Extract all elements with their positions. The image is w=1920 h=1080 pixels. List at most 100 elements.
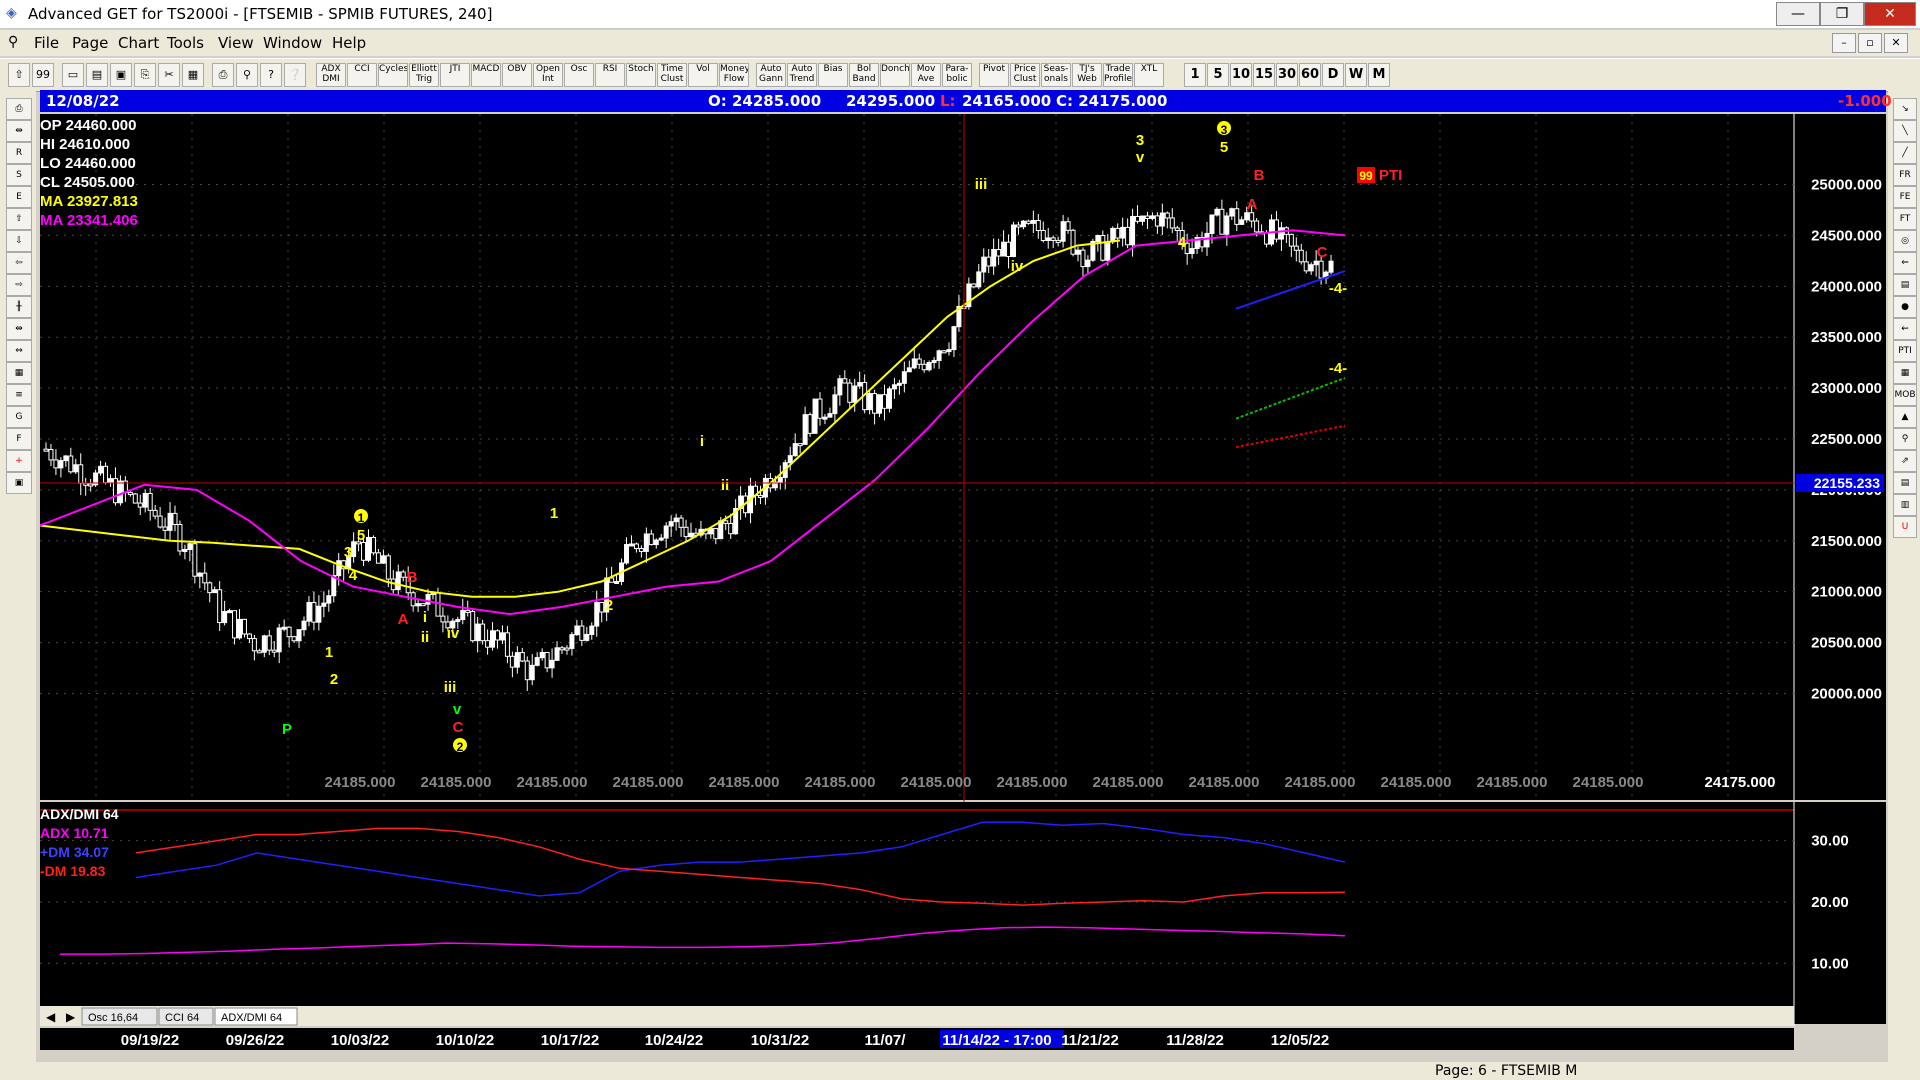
right-tool-2-icon[interactable]: ╱ [1893,142,1917,164]
period-button-D[interactable]: D [1322,63,1344,87]
right-tool-0-icon[interactable]: ↘ [1893,98,1917,120]
study-button-24[interactable]: TJ's Web [1072,63,1102,87]
right-tool-8-icon[interactable]: ▤ [1893,274,1917,296]
period-button-M[interactable]: M [1368,63,1390,87]
study-button-2[interactable]: Cycles [378,63,408,87]
study-button-7[interactable]: Open Int [533,63,563,87]
arrow-down-tool-icon[interactable]: ⇩ [6,230,32,252]
right-tool-19-icon[interactable]: U [1893,516,1917,538]
right-tool-15-icon[interactable]: ⚲ [1893,428,1917,450]
bars-tool-icon[interactable]: ╫ [6,296,32,318]
mdi-minimize-button[interactable]: – [1832,33,1856,53]
right-tool-4-icon[interactable]: FE [1893,186,1917,208]
right-tool-9-icon[interactable]: ● [1893,296,1917,318]
minimize-button[interactable]: — [1776,2,1820,26]
help-icon[interactable]: ? [260,63,282,87]
tab-scroll-left[interactable]: ◀ [46,1010,56,1024]
study-button-25[interactable]: Trade Profile [1103,63,1133,87]
reset-tool-icon[interactable]: R [6,142,32,164]
study-button-17[interactable]: Bol Band [849,63,879,87]
lines-tool-icon[interactable]: ≡ [6,384,32,406]
copy-icon[interactable]: ⎘ [134,63,156,87]
right-tool-1-icon[interactable]: ╲ [1893,120,1917,142]
period-button-1[interactable]: 1 [1184,63,1206,87]
study-button-12[interactable]: Vol [688,63,718,87]
menu-view[interactable]: View [218,34,254,52]
right-tool-14-icon[interactable]: ▲ [1893,406,1917,428]
arrow-up-tool-icon[interactable]: ⇧ [6,208,32,230]
right-tool-7-icon[interactable]: ⇐ [1893,252,1917,274]
right-tool-16-icon[interactable]: ⇗ [1893,450,1917,472]
cut-icon[interactable]: ✂ [158,63,180,87]
period-button-30[interactable]: 30 [1276,63,1298,87]
right-tool-10-icon[interactable]: ⇜ [1893,318,1917,340]
study-button-8[interactable]: Osc [564,63,594,87]
arrow-right-tool-icon[interactable]: ⇨ [6,274,32,296]
quotes-icon[interactable]: 99 [32,63,54,87]
study-button-6[interactable]: OBV [502,63,532,87]
right-tool-3-icon[interactable]: FR [1893,164,1917,186]
price-pane[interactable] [40,114,1886,800]
right-tool-17-icon[interactable]: ▤ [1893,472,1917,494]
chart-tool-icon[interactable]: ⇹ [6,120,32,142]
period-button-15[interactable]: 15 [1253,63,1275,87]
study-button-16[interactable]: Bias [818,63,848,87]
study-button-10[interactable]: Stoch [626,63,656,87]
menu-chart[interactable]: Chart [118,34,159,52]
study-button-22[interactable]: Price Clust [1010,63,1040,87]
tab-scroll-right[interactable]: ▶ [66,1010,76,1024]
study-button-15[interactable]: Auto Trend [787,63,817,87]
right-tool-5-icon[interactable]: FT [1893,208,1917,230]
fib-tool-icon[interactable]: F [6,428,32,450]
close-button[interactable]: ✕ [1864,2,1916,26]
menu-help[interactable]: Help [332,34,366,52]
study-button-23[interactable]: Seas-onals [1041,63,1071,87]
save-icon[interactable]: ▣ [110,63,132,87]
gann-tool-icon[interactable]: G [6,406,32,428]
period-button-5[interactable]: 5 [1207,63,1229,87]
right-tool-6-icon[interactable]: ◎ [1893,230,1917,252]
study-button-19[interactable]: Mov Ave [911,63,941,87]
study-button-3[interactable]: Elliott Trig [409,63,439,87]
study-button-0[interactable]: ADX DMI [316,63,346,87]
study-button-26[interactable]: XTL [1134,63,1164,87]
study-button-11[interactable]: Time Clust [657,63,687,87]
mdi-restore-button[interactable]: ▫ [1858,33,1882,53]
study-button-1[interactable]: CCI [347,63,377,87]
menu-page[interactable]: Page [72,34,108,52]
right-tool-18-icon[interactable]: ▥ [1893,494,1917,516]
menu-file[interactable]: File [34,34,59,52]
mdi-close-button[interactable]: ✕ [1884,33,1908,53]
open-icon[interactable]: ▤ [86,63,108,87]
zoom-icon[interactable]: ⚲ [236,63,258,87]
save-tool-icon[interactable]: ▣ [6,472,32,494]
study-button-21[interactable]: Pivot [979,63,1009,87]
study-button-9[interactable]: RSI [595,63,625,87]
chart-area[interactable]: 25000.000 24500.000 24000.000 23500.000 2300… [39,114,1886,1064]
menu-window[interactable]: Window [263,34,322,52]
right-tool-13-icon[interactable]: MOB [1893,384,1917,406]
cross-tool-icon[interactable]: + [6,450,32,472]
grid-icon[interactable]: ▦ [182,63,204,87]
new-icon[interactable]: ▭ [62,63,84,87]
period-button-60[interactable]: 60 [1299,63,1321,87]
pointer-icon[interactable]: ⇧ [8,63,30,87]
chart-svg[interactable]: 25000.000 24500.000 24000.000 23500.000 2300… [39,114,1886,1064]
elliott-tool-icon[interactable]: E [6,186,32,208]
study-button-18[interactable]: Donch [880,63,910,87]
study-button-5[interactable]: MACD [471,63,501,87]
context-help-icon[interactable]: ❔ [284,63,306,87]
print-tool-icon[interactable]: ⎙ [6,98,32,120]
expand-tool-icon[interactable]: ⇔ [6,340,32,362]
study-tool-icon[interactable]: S [6,164,32,186]
arrow-left-tool-icon[interactable]: ⇦ [6,252,32,274]
study-button-14[interactable]: Auto Gann [756,63,786,87]
grid-tool-icon[interactable]: ▦ [6,362,32,384]
study-button-13[interactable]: Money Flow [719,63,749,87]
right-tool-11-icon[interactable]: PTI [1893,340,1917,362]
span-tool-icon[interactable]: ⇹ [6,318,32,340]
study-button-20[interactable]: Para-bolic [942,63,972,87]
maximize-button[interactable]: ❐ [1820,2,1864,26]
right-tool-12-icon[interactable]: ▦ [1893,362,1917,384]
indicator-pane[interactable] [40,802,1886,1024]
